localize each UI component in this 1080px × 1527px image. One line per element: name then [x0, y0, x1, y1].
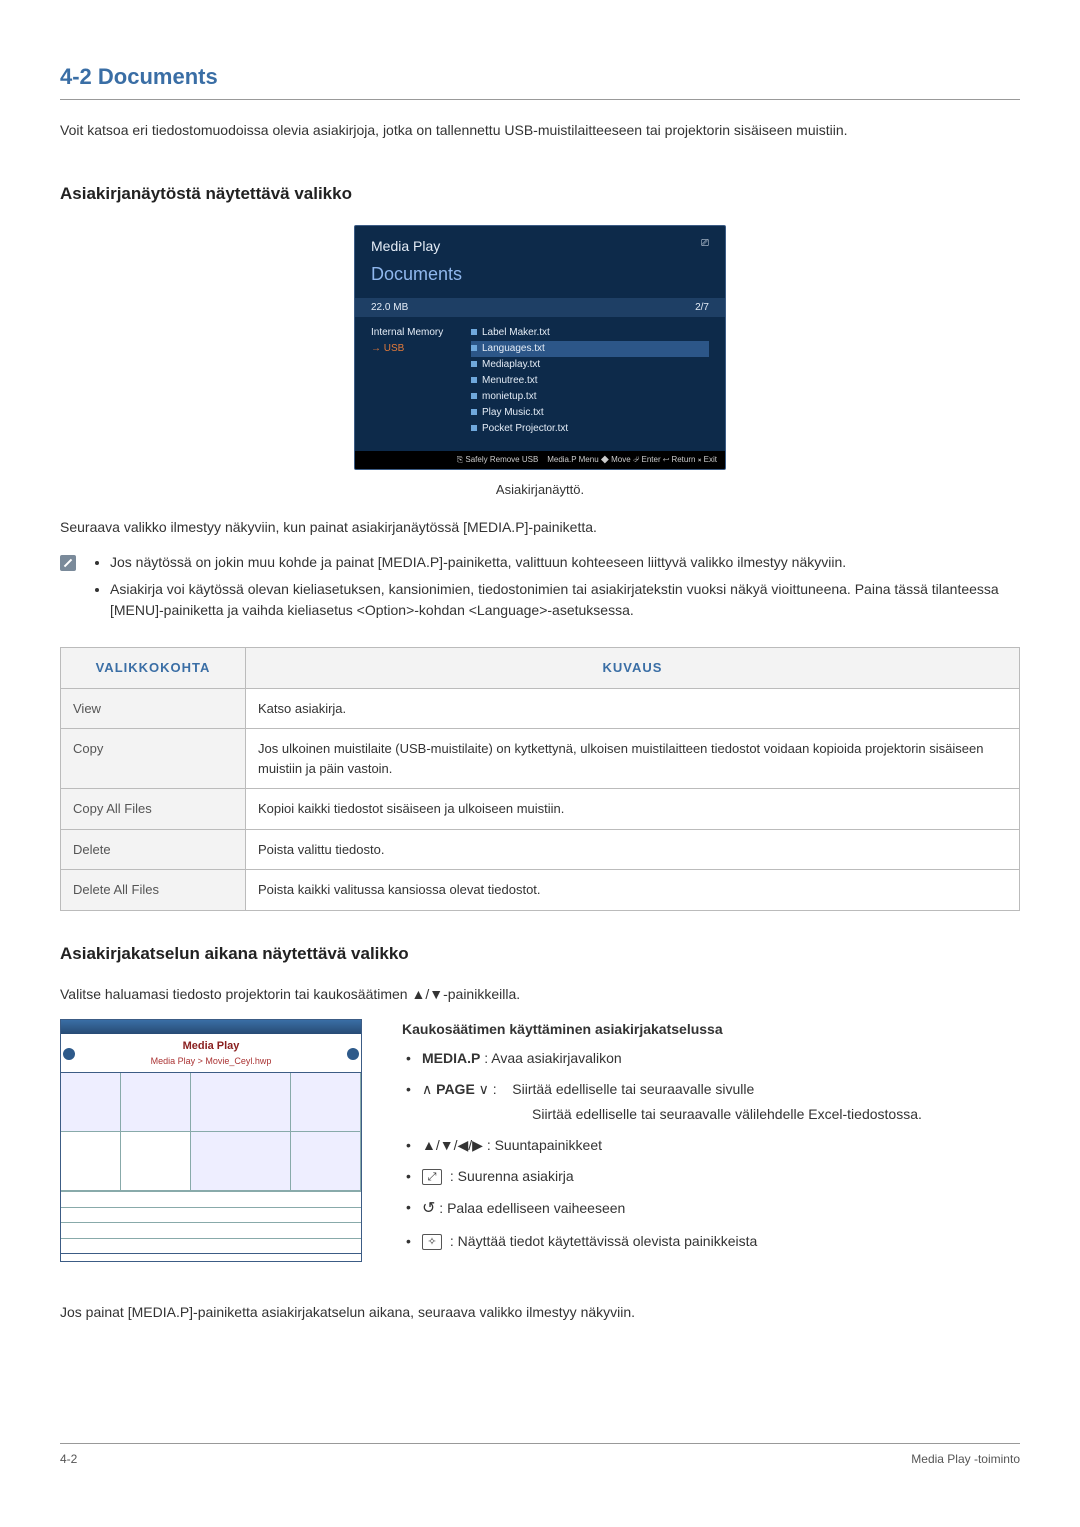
note-item: Jos näytössä on jokin muu kohde ja paina…: [110, 552, 1020, 573]
dv-cell: [61, 1073, 121, 1132]
dv-row: [69, 1210, 71, 1221]
table-cell-desc: Jos ulkoinen muistilaite (USB-muistilait…: [246, 729, 1020, 789]
mp-internal-memory: Internal Memory: [371, 325, 471, 341]
subheading-1: Asiakirjanäytöstä näytettävä valikko: [60, 181, 1020, 207]
mp-size-left: 22.0 MB: [371, 300, 408, 315]
remote-item-page: ∧ PAGE ∨ : Siirtää edelliselle tai seura…: [406, 1079, 922, 1125]
remote-info: Kaukosäätimen käyttäminen asiakirjakatse…: [402, 1019, 922, 1262]
info-desc: : Näyttää tiedot käytettävissä olevista …: [450, 1233, 757, 1249]
mp-usb: → USB: [371, 341, 471, 357]
right-arrow-icon: [347, 1048, 359, 1060]
section-number-title: 4-2 Documents: [60, 64, 218, 89]
left-arrow-icon: [63, 1048, 75, 1060]
remote-item-zoom: ⤢ : Suurenna asiakirja: [406, 1166, 922, 1187]
mp-file-item: Pocket Projector.txt: [471, 421, 709, 437]
note-icon: [60, 555, 76, 571]
mp-file-item: Play Music.txt: [471, 405, 709, 421]
dv-row: [69, 1194, 71, 1205]
intro-paragraph: Voit katsoa eri tiedostomuodoissa olevia…: [60, 120, 1020, 141]
footer-right: Media Play -toiminto: [911, 1450, 1020, 1468]
page-label: PAGE: [436, 1081, 475, 1097]
table-cell-desc: Katso asiakirja.: [246, 688, 1020, 729]
dv-cell: [121, 1132, 191, 1191]
dv-cell: [191, 1073, 291, 1132]
zoom-desc: : Suurenna asiakirja: [450, 1168, 574, 1184]
page-suffix: ∨ :: [475, 1081, 497, 1097]
doc-view-screenshot: Media Play Media Play > Movie_Ceyl.hwp: [60, 1019, 362, 1262]
table-row: View Katso asiakirja.: [61, 688, 1020, 729]
return-desc: : Palaa edelliseen vaiheeseen: [439, 1200, 625, 1216]
table-cell-desc: Poista kaikki valitussa kansiossa olevat…: [246, 870, 1020, 911]
dv-cell: [61, 1132, 121, 1191]
mp-file-item: Menutree.txt: [471, 373, 709, 389]
after-caption-paragraph: Seuraava valikko ilmestyy näkyviin, kun …: [60, 517, 1020, 538]
usb-icon: ⎚: [701, 236, 709, 251]
dv-row: [69, 1241, 71, 1252]
media-play-screenshot: Media Play ⎚ Documents 22.0 MB 2/7 Inter…: [354, 225, 726, 470]
table-cell-menu: Copy All Files: [61, 789, 246, 830]
page-prefix: ∧: [422, 1081, 436, 1097]
dv-cell: [121, 1073, 191, 1132]
info-icon: ✧: [422, 1234, 442, 1250]
arrows-label: ▲/▼/◀/▶: [422, 1137, 483, 1153]
remote-item-info: ✧ : Näyttää tiedot käytettävissä olevist…: [406, 1231, 922, 1252]
sub2-intro: Valitse haluamasi tiedosto projektorin t…: [60, 984, 1020, 1005]
table-row: Delete All Files Poista kaikki valitussa…: [61, 870, 1020, 911]
subheading-2: Asiakirjakatselun aikana näytettävä vali…: [60, 941, 1020, 967]
table-cell-menu: Copy: [61, 729, 246, 789]
mp-file-item: Mediaplay.txt: [471, 357, 709, 373]
mp-footer-left: ⎘ Safely Remove USB: [457, 455, 539, 464]
zoom-icon: ⤢: [422, 1169, 442, 1185]
dv-title: Media Play: [61, 1034, 361, 1055]
table-head-menu: VALIKKOKOHTA: [61, 648, 246, 689]
note-block: Jos näytössä on jokin muu kohde ja paina…: [60, 552, 1020, 627]
remote-heading: Kaukosäätimen käyttäminen asiakirjakatse…: [402, 1019, 922, 1040]
mp-footer-right: Media.P Menu ◆ Move ⏎ Enter ↩ Return ⨯ E…: [547, 455, 717, 464]
mp-file-item: monietup.txt: [471, 389, 709, 405]
section-heading: 4-2 Documents: [60, 60, 1020, 100]
remote-item-return: ↺ : Palaa edelliseen vaiheeseen: [406, 1197, 922, 1221]
mp-file-item: Label Maker.txt: [471, 325, 709, 341]
table-row: Delete Poista valittu tiedosto.: [61, 829, 1020, 870]
arrows-desc: : Suuntapainikkeet: [487, 1137, 602, 1153]
dv-cell: [191, 1132, 291, 1191]
mediap-desc: : Avaa asiakirjavalikon: [484, 1050, 621, 1066]
closing-paragraph: Jos painat [MEDIA.P]-painiketta asiakirj…: [60, 1302, 1020, 1323]
table-row: Copy All Files Kopioi kaikki tiedostot s…: [61, 789, 1020, 830]
table-cell-menu: Delete: [61, 829, 246, 870]
dv-row: [69, 1225, 71, 1236]
table-head-desc: KUVAUS: [246, 648, 1020, 689]
dv-subtitle: Media Play > Movie_Ceyl.hwp: [61, 1055, 361, 1074]
page-desc1: Siirtää edelliselle tai seuraavalle sivu…: [512, 1081, 754, 1097]
remote-item-mediap: MEDIA.P : Avaa asiakirjavalikon: [406, 1048, 922, 1069]
table-cell-menu: Delete All Files: [61, 870, 246, 911]
page-desc2: Siirtää edelliselle tai seuraavalle väli…: [532, 1104, 922, 1125]
mp-title: Media Play: [371, 236, 440, 257]
remote-item-arrows: ▲/▼/◀/▶ : Suuntapainikkeet: [406, 1135, 922, 1156]
menu-table: VALIKKOKOHTA KUVAUS View Katso asiakirja…: [60, 647, 1020, 911]
footer-left: 4-2: [60, 1450, 77, 1468]
table-cell-desc: Poista valittu tiedosto.: [246, 829, 1020, 870]
table-row: Copy Jos ulkoinen muistilaite (USB-muist…: [61, 729, 1020, 789]
table-cell-menu: View: [61, 688, 246, 729]
note-item: Asiakirja voi käytössä olevan kieliasetu…: [110, 579, 1020, 621]
mp-file-item: Languages.txt: [471, 341, 709, 357]
dv-cell: [291, 1073, 361, 1132]
mp-size-right: 2/7: [695, 300, 709, 315]
return-icon: ↺: [422, 1200, 435, 1217]
page-footer: 4-2 Media Play -toiminto: [60, 1443, 1020, 1468]
mp-section-title: Documents: [355, 261, 725, 298]
dv-cell: [291, 1132, 361, 1191]
table-cell-desc: Kopioi kaikki tiedostot sisäiseen ja ulk…: [246, 789, 1020, 830]
screenshot-caption: Asiakirjanäyttö.: [60, 480, 1020, 500]
mediap-label: MEDIA.P: [422, 1050, 480, 1066]
mp-file-list: Label Maker.txt Languages.txt Mediaplay.…: [471, 325, 709, 437]
